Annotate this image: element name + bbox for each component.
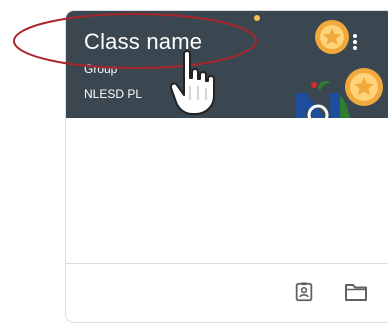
hand-pointer-icon [168, 48, 218, 118]
screenshot-stage: Class name Group NLESD PL [0, 0, 388, 328]
